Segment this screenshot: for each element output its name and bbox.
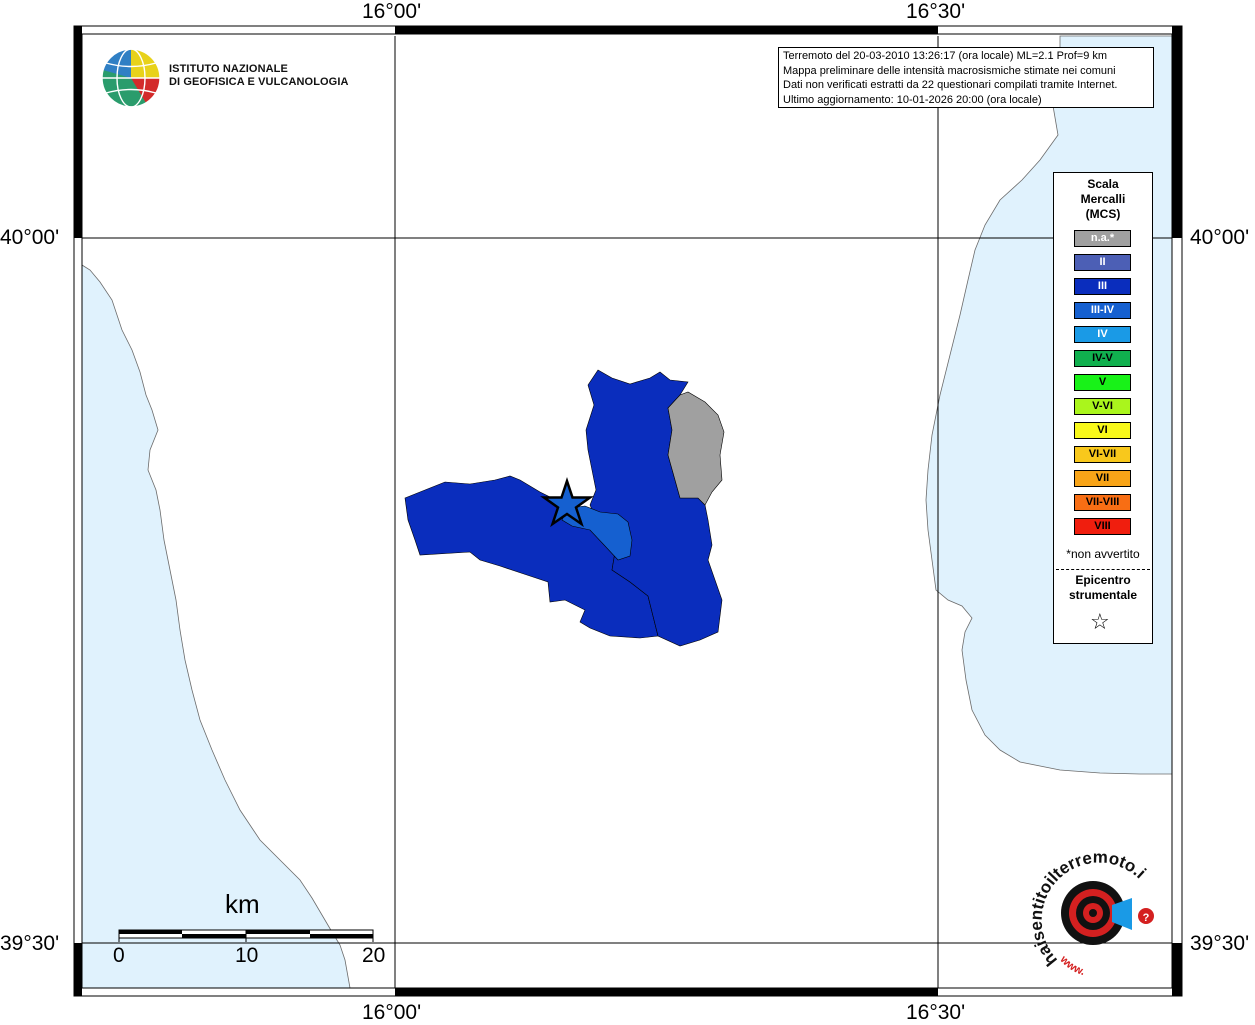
scale-bar-unit: km (225, 889, 260, 919)
legend-item: VII-VIII (1074, 494, 1131, 511)
lon-label-bottom-16-30: 16°30' (906, 1001, 966, 1024)
event-info-line: Dati non verificati estratti da 22 quest… (783, 79, 1118, 91)
event-info-line: Mappa preliminare delle intensità macros… (783, 64, 1116, 77)
legend-item: II (1074, 254, 1131, 271)
lat-label-right-39-30: 39°30' (1190, 932, 1250, 955)
legend-separator (1056, 569, 1150, 570)
legend-item: VII (1074, 470, 1131, 487)
legend-item: V-VI (1074, 398, 1131, 415)
scale-bar-label: 10 (235, 944, 259, 967)
lon-label-top-16-00: 16°00' (362, 0, 422, 23)
lat-label-left-39-30: 39°30' (0, 932, 60, 955)
ingv-logo-text: ISTITUTO NAZIONALE DI GEOFISICA E VULCAN… (169, 63, 349, 88)
svg-text:?: ? (1143, 912, 1150, 924)
legend-note: *non avvertito (1066, 547, 1140, 561)
scale-bar-label: 0 (113, 944, 125, 967)
scale-bar-label: 20 (362, 944, 386, 967)
legend-item: V (1074, 374, 1131, 391)
ingv-globe-icon (101, 48, 161, 108)
legend-item: III (1074, 278, 1131, 295)
lon-label-bottom-16-00: 16°00' (362, 1001, 422, 1024)
legend-item: III-IV (1074, 302, 1131, 319)
legend-epicenter-label: Epicentro strumentale (1068, 573, 1138, 602)
event-info-line: Ultimo aggiornamento: 10-01-2026 20:00 (… (783, 93, 1042, 106)
legend-item: n.a.* (1074, 230, 1131, 247)
legend-star-icon: ☆ (1090, 609, 1110, 634)
legend-item: IV (1074, 326, 1131, 343)
event-info-line: Terremoto del 20-03-2010 13:26:17 (ora l… (783, 50, 1108, 62)
lat-label-right-40-00: 40°00' (1190, 226, 1250, 249)
legend-item: IV-V (1074, 350, 1131, 367)
lon-label-top-16-30: 16°30' (906, 0, 966, 23)
legend-item: VI-VII (1074, 446, 1131, 463)
legend-title: Scala Mercalli (MCS) (1080, 177, 1126, 221)
intensity-legend: Scala Mercalli (MCS) n.a.* II III III-IV IV I… (1053, 172, 1153, 644)
legend-item: VIII (1074, 518, 1131, 535)
event-info-box: Terremoto del 20-03-2010 13:26:17 (ora l… (778, 47, 1154, 108)
legend-item: VI (1074, 422, 1131, 439)
lat-label-left-40-00: 40°00' (0, 226, 60, 249)
